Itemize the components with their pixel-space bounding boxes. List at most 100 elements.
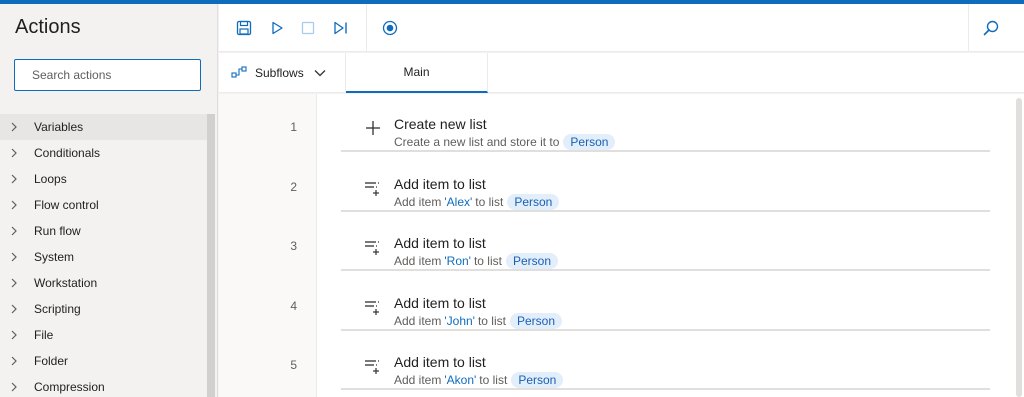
item-value: 'Akon' [444, 373, 477, 387]
flow-step: 2 Add item to list Add item 'Alex' to list Pe… [219, 165, 1009, 214]
chevron-right-icon [0, 200, 34, 210]
line-number: 4 [290, 298, 297, 313]
line-number: 2 [290, 179, 297, 194]
tab-main[interactable]: Main [346, 53, 488, 93]
flow-step: 5 Add item to list Add item 'Akon' to list Pe… [219, 344, 1009, 392]
run-next-action-icon[interactable] [330, 17, 352, 39]
run-icon[interactable] [266, 17, 288, 39]
action-title: Create new list [394, 116, 487, 132]
chevron-right-icon [0, 174, 34, 184]
add-item-icon [363, 297, 383, 317]
toolbar-separator [366, 4, 367, 52]
chevron-right-icon [0, 330, 34, 340]
action-description: Create a new list and store it to Person [394, 134, 616, 150]
action-category-label: Scripting [34, 302, 81, 316]
action-category-compression[interactable]: Compression [0, 374, 208, 397]
action-title: Add item to list [394, 175, 486, 192]
action-category-label: Workstation [34, 276, 98, 290]
plus-icon [363, 118, 383, 138]
action-category-label: Conditionals [34, 146, 101, 160]
line-number: 1 [290, 120, 297, 134]
variable-badge: Person [509, 312, 563, 329]
flow-canvas: 1 Create new list Create a new list and st… [219, 94, 1024, 397]
chevron-right-icon [0, 278, 34, 288]
description-text: to list [473, 254, 502, 268]
action-category-file[interactable]: File [0, 322, 208, 348]
stop-icon[interactable] [297, 17, 319, 39]
action-title: Add item to list [394, 354, 486, 370]
chevron-right-icon [0, 356, 34, 366]
chevron-right-icon [0, 122, 34, 132]
action-category-label: Run flow [34, 224, 81, 238]
action-category-conditionals[interactable]: Conditionals [0, 140, 208, 166]
action-description: Add item 'Ron' to list Person [394, 253, 559, 269]
canvas-scrollbar[interactable] [1016, 98, 1022, 397]
description-text: to list [477, 313, 506, 328]
action-category-variables[interactable]: Variables [0, 114, 208, 140]
description-text: Add item [394, 254, 442, 268]
add-item-icon [363, 237, 383, 257]
action-category-flow-control[interactable]: Flow control [0, 192, 208, 218]
subflows-dropdown[interactable]: Subflows [219, 53, 346, 93]
search-actions-input[interactable] [14, 59, 201, 91]
actions-category-list: Variables Conditionals Loops Flow control Ru… [0, 114, 208, 397]
action-card[interactable]: Add item to list Add item 'Alex' to list Per… [341, 165, 990, 212]
action-card[interactable]: Add item to list Add item 'Akon' to list Per… [341, 344, 990, 390]
action-category-run-flow[interactable]: Run flow [0, 218, 208, 244]
chevron-right-icon [0, 252, 34, 262]
action-card[interactable]: Add item to list Add item 'John' to list Per… [341, 284, 990, 331]
chevron-right-icon [0, 382, 34, 392]
variable-badge: Person [505, 253, 559, 269]
action-title: Add item to list [394, 235, 486, 251]
description-text: Add item [394, 194, 442, 209]
action-card[interactable]: Add item to list Add item 'Ron' to list Pers… [341, 225, 990, 271]
action-title: Add item to list [394, 294, 486, 311]
action-category-folder[interactable]: Folder [0, 348, 208, 374]
item-value: 'John' [444, 313, 475, 328]
description-text: Create a new list and store it to [394, 135, 560, 149]
chevron-down-icon [314, 66, 326, 80]
description-text: Add item [394, 373, 442, 387]
description-text: to list [475, 194, 504, 209]
subflows-icon [231, 65, 247, 82]
action-description: Add item 'John' to list Person [394, 312, 563, 329]
action-category-workstation[interactable]: Workstation [0, 270, 208, 296]
item-value: 'Ron' [444, 254, 471, 268]
actions-title: Actions [15, 16, 81, 38]
chevron-right-icon [0, 148, 34, 158]
line-number: 5 [290, 358, 297, 372]
description-text: Add item [394, 313, 442, 328]
action-category-system[interactable]: System [0, 244, 208, 270]
actions-scrollbar[interactable] [207, 114, 215, 397]
chevron-right-icon [0, 226, 34, 236]
toolbar-separator [968, 4, 969, 52]
variable-badge: Person [511, 372, 564, 388]
save-icon[interactable] [233, 17, 255, 39]
flow-step: 4 Add item to list Add item 'John' to list Pe… [219, 284, 1009, 333]
variable-badge: Person [563, 134, 616, 150]
action-category-label: Compression [34, 380, 105, 394]
action-description: Add item 'Akon' to list Person [394, 372, 564, 388]
action-category-scripting[interactable]: Scripting [0, 296, 208, 322]
subflows-label: Subflows [255, 66, 304, 80]
action-category-label: Flow control [34, 198, 99, 212]
record-icon[interactable] [379, 17, 401, 39]
action-description: Add item 'Alex' to list Person [394, 193, 560, 210]
action-card[interactable]: Create new list Create a new list and sto… [341, 106, 990, 152]
chevron-right-icon [0, 304, 34, 314]
action-category-label: Loops [34, 172, 67, 186]
designer-toolbar [219, 4, 1024, 52]
add-item-icon [363, 178, 383, 198]
action-category-label: Folder [34, 354, 69, 368]
action-category-label: File [34, 328, 54, 342]
flow-step: 1 Create new list Create a new list and st… [219, 106, 1009, 154]
search-icon[interactable] [980, 17, 1002, 39]
description-text: to list [479, 373, 508, 387]
action-category-loops[interactable]: Loops [0, 166, 208, 192]
line-number: 3 [290, 239, 297, 253]
item-value: 'Alex' [444, 194, 473, 209]
actions-pane: Actions Variables Conditionals Loops Flow c… [0, 4, 218, 397]
flow-step: 3 Add item to list Add item 'Ron' to list Per… [219, 225, 1009, 273]
action-category-label: System [34, 250, 75, 264]
subflow-tab-bar: Subflows Main [219, 53, 1024, 93]
